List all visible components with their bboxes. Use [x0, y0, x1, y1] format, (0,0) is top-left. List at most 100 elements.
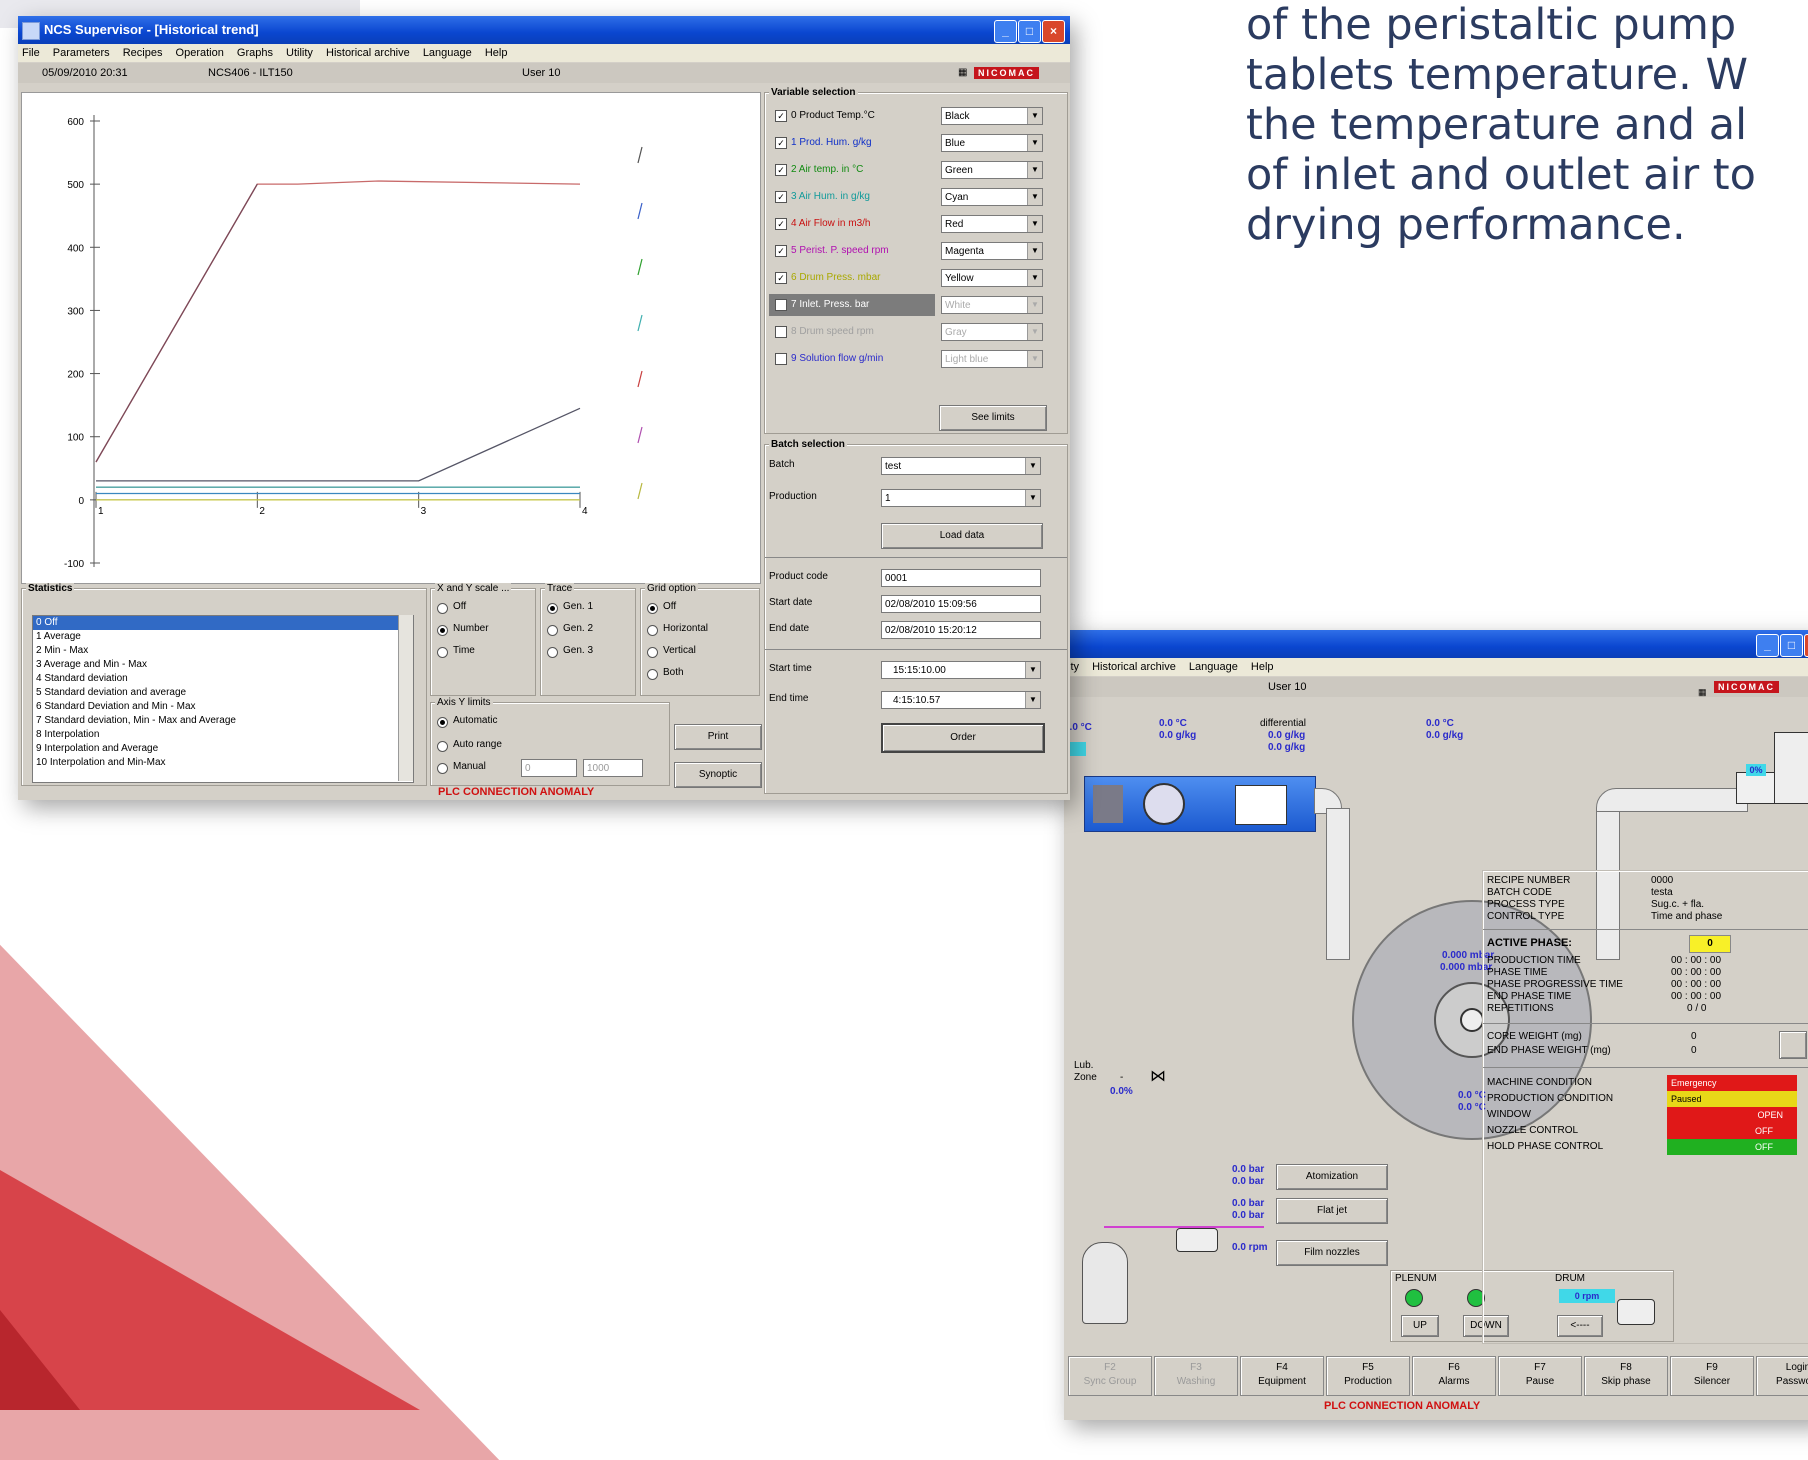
variable-color-combo[interactable]: Black ▼	[941, 107, 1043, 125]
chevron-down-icon[interactable]: ▼	[1027, 162, 1042, 178]
statistics-option[interactable]: 4 Standard deviation	[33, 672, 413, 686]
atomization-button[interactable]: Atomization	[1276, 1164, 1388, 1190]
variable-color-combo[interactable]: Gray ▼	[941, 323, 1043, 341]
login-password-button[interactable]: Login Password	[1756, 1356, 1808, 1396]
radio-manual[interactable]	[437, 763, 448, 774]
variable-color-combo[interactable]: Yellow ▼	[941, 269, 1043, 287]
f3-washing-button[interactable]: F3 Washing	[1154, 1356, 1238, 1396]
end-time-combo[interactable]: 4:15:10.57 ▼	[881, 691, 1041, 709]
variable-color-combo[interactable]: Blue ▼	[941, 134, 1043, 152]
statistics-option[interactable]: 9 Interpolation and Average	[33, 742, 413, 756]
f9-silencer-button[interactable]: F9 Silencer	[1670, 1356, 1754, 1396]
menu-parameters[interactable]: Parameters	[53, 47, 110, 59]
statistics-option[interactable]: 3 Average and Min - Max	[33, 658, 413, 672]
f2-sync-group-button[interactable]: F2 Sync Group	[1068, 1356, 1152, 1396]
chevron-down-icon[interactable]: ▼	[1025, 692, 1040, 708]
end-date-field[interactable]: 02/08/2010 15:20:12	[881, 621, 1041, 639]
variable-checkbox[interactable]	[775, 326, 787, 338]
statistics-option[interactable]: 0 Off	[33, 616, 413, 630]
y-min-field[interactable]: 0	[521, 759, 577, 777]
close-button[interactable]: ×	[1042, 20, 1065, 43]
radio-grid-horizontal[interactable]	[647, 625, 658, 636]
radio-grid-off[interactable]	[647, 603, 658, 614]
menu-language[interactable]: Language	[423, 47, 472, 59]
variable-color-combo[interactable]: Green ▼	[941, 161, 1043, 179]
up-button[interactable]: UP	[1401, 1315, 1439, 1337]
radio-gen-1[interactable]	[547, 603, 558, 614]
menu-graphs[interactable]: Graphs	[237, 47, 273, 59]
minimize-button[interactable]: _	[1756, 634, 1779, 657]
statistics-option[interactable]: 5 Standard deviation and average	[33, 686, 413, 700]
variable-checkbox[interactable]: ✓	[775, 245, 787, 257]
menu-historical-archive[interactable]: Historical archive	[1092, 661, 1176, 673]
start-date-field[interactable]: 02/08/2010 15:09:56	[881, 595, 1041, 613]
radio-off[interactable]	[437, 603, 448, 614]
production-combo[interactable]: 1 ▼	[881, 489, 1041, 507]
print-button[interactable]: Print	[674, 724, 762, 750]
f4-equipment-button[interactable]: F4 Equipment	[1240, 1356, 1324, 1396]
weight-button[interactable]	[1779, 1031, 1807, 1059]
variable-color-combo[interactable]: Light blue ▼	[941, 350, 1043, 368]
chevron-down-icon[interactable]: ▼	[1027, 297, 1042, 313]
menu-help[interactable]: Help	[1251, 661, 1274, 673]
variable-checkbox[interactable]	[775, 353, 787, 365]
chevron-down-icon[interactable]: ▼	[1027, 189, 1042, 205]
maximize-button[interactable]: □	[1780, 634, 1803, 657]
chevron-down-icon[interactable]: ▼	[1025, 490, 1040, 506]
flat-jet-button[interactable]: Flat jet	[1276, 1198, 1388, 1224]
minimize-button[interactable]: _	[994, 20, 1017, 43]
variable-checkbox[interactable]: ✓	[775, 191, 787, 203]
statistics-option[interactable]: 2 Min - Max	[33, 644, 413, 658]
product-code-field[interactable]: 0001	[881, 569, 1041, 587]
radio-auto-range[interactable]	[437, 741, 448, 752]
see-limits-button[interactable]: See limits	[939, 405, 1047, 431]
f5-production-button[interactable]: F5 Production	[1326, 1356, 1410, 1396]
radio-number[interactable]	[437, 625, 448, 636]
f8-skip-phase-button[interactable]: F8 Skip phase	[1584, 1356, 1668, 1396]
chevron-down-icon[interactable]: ▼	[1027, 216, 1042, 232]
synoptic-button[interactable]: Synoptic	[674, 762, 762, 788]
chevron-down-icon[interactable]: ▼	[1027, 324, 1042, 340]
statistics-option[interactable]: 7 Standard deviation, Min - Max and Aver…	[33, 714, 413, 728]
order-button[interactable]: Order	[881, 723, 1045, 753]
variable-checkbox[interactable]: ✓	[775, 272, 787, 284]
menu-help[interactable]: Help	[485, 47, 508, 59]
menu-utility[interactable]: Utility	[286, 47, 313, 59]
radio-grid-both[interactable]	[647, 669, 658, 680]
close-button[interactable]: ×	[1804, 634, 1808, 657]
statistics-option[interactable]: 1 Average	[33, 630, 413, 644]
load-data-button[interactable]: Load data	[881, 523, 1043, 549]
variable-color-combo[interactable]: Magenta ▼	[941, 242, 1043, 260]
chevron-down-icon[interactable]: ▼	[1027, 351, 1042, 367]
radio-grid-vertical[interactable]	[647, 647, 658, 658]
variable-checkbox[interactable]: ✓	[775, 164, 787, 176]
chevron-down-icon[interactable]: ▼	[1025, 662, 1040, 678]
variable-color-combo[interactable]: White ▼	[941, 296, 1043, 314]
variable-checkbox[interactable]	[775, 299, 787, 311]
chevron-down-icon[interactable]: ▼	[1025, 458, 1040, 474]
y-max-field[interactable]: 1000	[583, 759, 643, 777]
start-time-combo[interactable]: 15:15:10.00 ▼	[881, 661, 1041, 679]
variable-checkbox[interactable]: ✓	[775, 137, 787, 149]
radio-gen-3[interactable]	[547, 647, 558, 658]
batch-combo[interactable]: test ▼	[881, 457, 1041, 475]
chevron-down-icon[interactable]: ▼	[1027, 270, 1042, 286]
variable-checkbox[interactable]: ✓	[775, 110, 787, 122]
f6-alarms-button[interactable]: F6 Alarms	[1412, 1356, 1496, 1396]
radio-automatic[interactable]	[437, 717, 448, 728]
menu-recipes[interactable]: Recipes	[123, 47, 163, 59]
menu-historical-archive[interactable]: Historical archive	[326, 47, 410, 59]
statistics-list[interactable]: 0 Off 1 Average 2 Min - Max 3 Average and M…	[32, 615, 414, 783]
statistics-option[interactable]: 8 Interpolation	[33, 728, 413, 742]
radio-time[interactable]	[437, 647, 448, 658]
chevron-down-icon[interactable]: ▼	[1027, 135, 1042, 151]
radio-gen-2[interactable]	[547, 625, 558, 636]
menu-operation[interactable]: Operation	[176, 47, 224, 59]
menu-file[interactable]: File	[22, 47, 40, 59]
chevron-down-icon[interactable]: ▼	[1027, 108, 1042, 124]
f7-pause-button[interactable]: F7 Pause	[1498, 1356, 1582, 1396]
statistics-option[interactable]: 6 Standard Deviation and Min - Max	[33, 700, 413, 714]
variable-color-combo[interactable]: Cyan ▼	[941, 188, 1043, 206]
variable-checkbox[interactable]: ✓	[775, 218, 787, 230]
variable-color-combo[interactable]: Red ▼	[941, 215, 1043, 233]
